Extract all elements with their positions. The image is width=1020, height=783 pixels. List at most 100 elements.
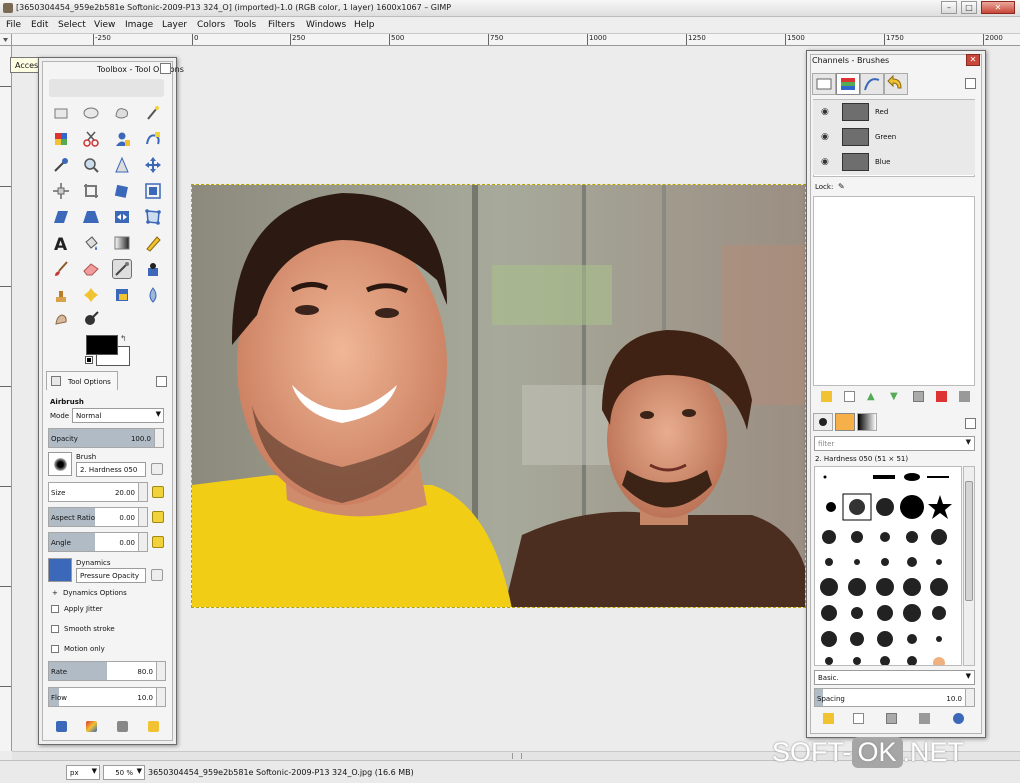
size-slider[interactable]: Size 20.00 bbox=[48, 482, 148, 502]
foreground-color-swatch[interactable] bbox=[86, 335, 118, 355]
ellipse-select-icon[interactable] bbox=[82, 104, 100, 122]
dynamics-options-expander[interactable]: Dynamics Options bbox=[63, 589, 127, 597]
menu-windows[interactable]: Windows bbox=[306, 20, 346, 30]
edit-dynamics-icon[interactable] bbox=[151, 569, 163, 581]
aspect-ratio-slider[interactable]: Aspect Ratio 0.00 bbox=[48, 507, 148, 527]
eraser-icon[interactable] bbox=[82, 260, 100, 278]
clone-icon[interactable] bbox=[52, 286, 70, 304]
reset-size-icon[interactable] bbox=[152, 486, 164, 498]
lower-channel-icon[interactable]: ▼ bbox=[890, 391, 901, 402]
visibility-eye-icon[interactable]: ◉ bbox=[821, 132, 829, 142]
brush-preview[interactable] bbox=[48, 452, 72, 476]
reset-angle-icon[interactable] bbox=[152, 536, 164, 548]
heal-icon[interactable] bbox=[82, 286, 100, 304]
minimize-button[interactable]: – bbox=[941, 1, 957, 14]
edit-channel-icon[interactable] bbox=[821, 391, 832, 402]
mode-select[interactable]: Normal ▼ bbox=[72, 408, 164, 423]
edit-brush-dock-icon[interactable] bbox=[823, 713, 834, 724]
visibility-eye-icon[interactable]: ◉ bbox=[821, 157, 829, 167]
smudge-icon[interactable] bbox=[52, 310, 70, 328]
delete-channel-icon[interactable] bbox=[959, 391, 970, 402]
channels-menu-icon[interactable] bbox=[965, 78, 976, 89]
unit-select[interactable]: px ▼ bbox=[66, 765, 100, 780]
motion-only-checkbox[interactable] bbox=[51, 645, 59, 653]
menu-select[interactable]: Select bbox=[58, 20, 86, 30]
zoom-icon[interactable] bbox=[82, 156, 100, 174]
restore-options-icon[interactable] bbox=[86, 721, 97, 732]
tab-undo-history[interactable] bbox=[884, 73, 908, 95]
tab-paths[interactable] bbox=[860, 73, 884, 95]
new-brush-icon[interactable] bbox=[853, 713, 864, 724]
brushes-scrollbar[interactable] bbox=[963, 466, 975, 666]
brush-preset-select[interactable]: Basic. ▼ bbox=[814, 670, 975, 685]
bucket-fill-icon[interactable] bbox=[82, 234, 100, 252]
maximize-button[interactable]: □ bbox=[961, 1, 977, 14]
scale-icon[interactable] bbox=[144, 182, 162, 200]
perspective-icon[interactable] bbox=[82, 208, 100, 226]
tab-tool-options[interactable]: Tool Options bbox=[46, 371, 118, 390]
toolbox-menu-icon[interactable] bbox=[160, 63, 171, 74]
cage-transform-icon[interactable] bbox=[144, 208, 162, 226]
tab-patterns[interactable] bbox=[835, 413, 855, 431]
align-icon[interactable] bbox=[52, 182, 70, 200]
duplicate-brush-icon[interactable] bbox=[886, 713, 897, 724]
menu-layer[interactable]: Layer bbox=[162, 20, 187, 30]
menu-image[interactable]: Image bbox=[125, 20, 153, 30]
scissors-icon[interactable] bbox=[82, 130, 100, 148]
flow-slider[interactable]: Flow 10.0 bbox=[48, 687, 166, 707]
dynamics-preview-icon[interactable] bbox=[48, 558, 72, 582]
spacing-slider[interactable]: Spacing 10.0 bbox=[814, 688, 975, 707]
angle-spinner[interactable] bbox=[138, 533, 147, 551]
aspect-ratio-spinner[interactable] bbox=[138, 508, 147, 526]
channel-row-green[interactable]: ◉ Green bbox=[813, 125, 975, 150]
rect-select-icon[interactable] bbox=[52, 104, 70, 122]
zoom-select[interactable]: 50 % ▼ bbox=[103, 765, 145, 780]
photo-image[interactable] bbox=[191, 184, 806, 608]
dock-close-button[interactable]: ✕ bbox=[966, 54, 980, 66]
smooth-stroke-checkbox[interactable] bbox=[51, 625, 59, 633]
color-picker-icon[interactable] bbox=[52, 156, 70, 174]
flow-spinner[interactable] bbox=[156, 688, 165, 706]
paintbrush-icon[interactable] bbox=[52, 260, 70, 278]
brushes-menu-icon[interactable] bbox=[965, 418, 976, 429]
dodge-burn-icon[interactable] bbox=[82, 310, 100, 328]
channel-row-blue[interactable]: ◉ Blue bbox=[813, 150, 975, 175]
perspective-clone-icon[interactable] bbox=[113, 286, 131, 304]
menu-file[interactable]: File bbox=[6, 20, 21, 30]
raise-channel-icon[interactable]: ▲ bbox=[867, 391, 878, 402]
refresh-brushes-icon[interactable] bbox=[953, 713, 964, 724]
rotate-icon[interactable] bbox=[113, 182, 131, 200]
save-options-icon[interactable] bbox=[56, 721, 67, 732]
pencil-icon[interactable] bbox=[144, 234, 162, 252]
flip-icon[interactable] bbox=[113, 208, 131, 226]
scrollbar-thumb[interactable] bbox=[512, 753, 522, 759]
reset-options-icon[interactable] bbox=[148, 721, 159, 732]
tab-channels[interactable] bbox=[836, 73, 860, 95]
scrollbar-thumb[interactable] bbox=[965, 481, 973, 601]
text-icon[interactable]: A bbox=[52, 234, 70, 255]
airbrush-icon[interactable] bbox=[112, 259, 132, 279]
apply-jitter-checkbox[interactable] bbox=[51, 605, 59, 613]
delete-options-icon[interactable] bbox=[117, 721, 128, 732]
measure-icon[interactable] bbox=[113, 156, 131, 174]
tab-gradients[interactable] bbox=[857, 413, 877, 431]
angle-slider[interactable]: Angle 0.00 bbox=[48, 532, 148, 552]
brush-select[interactable]: 2. Hardness 050 bbox=[76, 462, 146, 477]
move-icon[interactable] bbox=[144, 156, 162, 174]
duplicate-channel-icon[interactable] bbox=[913, 391, 924, 402]
brush-filter-input[interactable]: filter ▼ bbox=[814, 436, 975, 451]
expander-icon[interactable]: + bbox=[52, 589, 58, 597]
image-menu-button[interactable] bbox=[0, 34, 12, 46]
menu-edit[interactable]: Edit bbox=[31, 20, 48, 30]
channel-to-selection-icon[interactable] bbox=[936, 391, 947, 402]
crop-icon[interactable] bbox=[82, 182, 100, 200]
menu-view[interactable]: View bbox=[94, 20, 115, 30]
tab-brushes[interactable] bbox=[813, 413, 833, 431]
reset-aspect-icon[interactable] bbox=[152, 511, 164, 523]
paths-icon[interactable] bbox=[144, 130, 162, 148]
brushes-grid[interactable] bbox=[814, 466, 962, 666]
size-spinner[interactable] bbox=[138, 483, 147, 501]
shear-icon[interactable] bbox=[52, 208, 70, 226]
lock-brush-icon[interactable]: ✎ bbox=[838, 182, 845, 191]
new-channel-icon[interactable] bbox=[844, 391, 855, 402]
